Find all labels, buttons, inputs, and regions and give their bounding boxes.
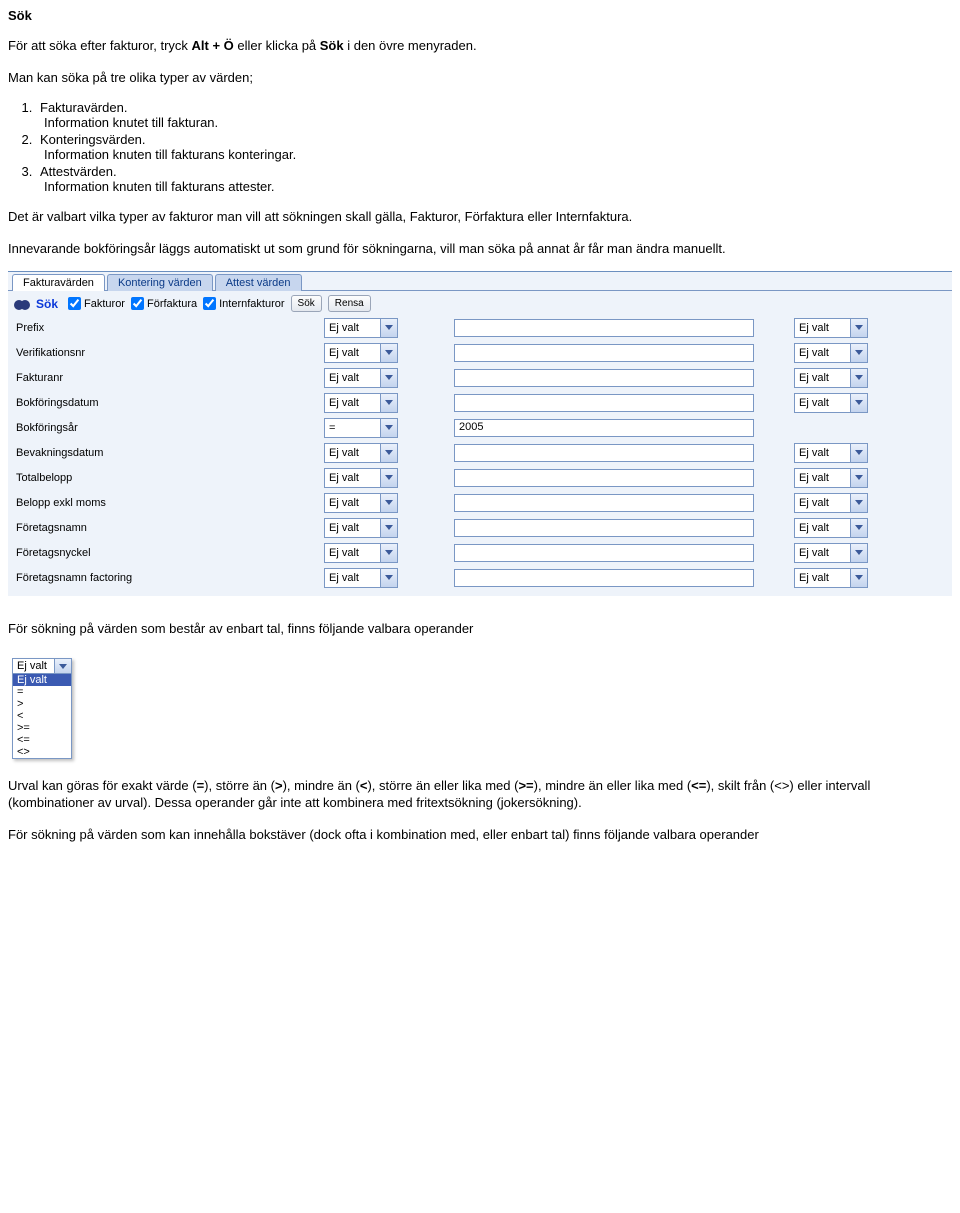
para-text-operands: För sökning på värden som kan innehålla …: [8, 826, 952, 844]
chevron-down-icon: [385, 425, 393, 430]
tab-fakturavarden[interactable]: Fakturavärden: [12, 274, 105, 291]
list-item: Konteringsvärden. Information knuten til…: [36, 132, 952, 162]
chevron-down-icon: [54, 659, 71, 673]
chevron-down-icon: [855, 450, 863, 455]
field-label: Bokföringsår: [14, 422, 324, 434]
chevron-down-icon: [385, 575, 393, 580]
chevron-down-icon: [385, 325, 393, 330]
operator-select-2[interactable]: Ej valt: [794, 518, 868, 538]
field-label: Företagsnyckel: [14, 547, 324, 559]
operator-select-2[interactable]: Ej valt: [794, 343, 868, 363]
para-numeric-operands: För sökning på värden som består av enba…: [8, 620, 952, 638]
field-label: Verifikationsnr: [14, 347, 324, 359]
chevron-down-icon: [385, 400, 393, 405]
chevron-down-icon: [855, 400, 863, 405]
check-fakturor[interactable]: Fakturor: [68, 297, 125, 310]
operator-select-2[interactable]: Ej valt: [794, 443, 868, 463]
intro-line-1: För att söka efter fakturor, tryck Alt +…: [8, 37, 952, 55]
intro-line-2: Man kan söka på tre olika typer av värde…: [8, 69, 952, 87]
operand-option[interactable]: <>: [13, 746, 71, 758]
operator-select[interactable]: Ej valt: [324, 368, 398, 388]
page-title: Sök: [8, 8, 952, 23]
search-button[interactable]: Sök: [291, 295, 322, 312]
chevron-down-icon: [385, 500, 393, 505]
list-item: Attestvärden. Information knuten till fa…: [36, 164, 952, 194]
clear-button[interactable]: Rensa: [328, 295, 371, 312]
operator-select[interactable]: Ej valt: [324, 543, 398, 563]
para-type-choice: Det är valbart vilka typer av fakturor m…: [8, 208, 952, 226]
check-forfaktura[interactable]: Förfaktura: [131, 297, 197, 310]
field-label: Företagsnamn factoring: [14, 572, 324, 584]
search-panel-screenshot: Fakturavärden Kontering värden Attest vä…: [8, 271, 952, 596]
value-type-list: Fakturavärden. Information knutet till f…: [36, 100, 952, 194]
tab-konteringvarden[interactable]: Kontering värden: [107, 274, 213, 291]
operator-select[interactable]: Ej valt: [324, 318, 398, 338]
chevron-down-icon: [385, 525, 393, 530]
chevron-down-icon: [855, 500, 863, 505]
chevron-down-icon: [385, 350, 393, 355]
operator-select[interactable]: Ej valt: [324, 443, 398, 463]
chevron-down-icon: [855, 350, 863, 355]
operator-select[interactable]: Ej valt: [324, 568, 398, 588]
operand-listbox[interactable]: Ej valt Ej valt=><>=<=<>: [12, 658, 72, 759]
operator-select-2[interactable]: Ej valt: [794, 468, 868, 488]
chevron-down-icon: [385, 450, 393, 455]
field-label: Totalbelopp: [14, 472, 324, 484]
chevron-down-icon: [855, 525, 863, 530]
operand-option[interactable]: >: [13, 698, 71, 710]
chevron-down-icon: [855, 550, 863, 555]
operator-select[interactable]: Ej valt: [324, 343, 398, 363]
field-label: Belopp exkl moms: [14, 497, 324, 509]
chevron-down-icon: [855, 475, 863, 480]
operator-select-2[interactable]: Ej valt: [794, 318, 868, 338]
chevron-down-icon: [385, 375, 393, 380]
value-input[interactable]: [454, 394, 754, 412]
operand-option[interactable]: <=: [13, 734, 71, 746]
operand-option[interactable]: <: [13, 710, 71, 722]
field-label: Prefix: [14, 322, 324, 334]
para-operand-explanation: Urval kan göras för exakt värde (=), stö…: [8, 777, 952, 812]
operator-select[interactable]: =: [324, 418, 398, 438]
value-input[interactable]: [454, 344, 754, 362]
operator-select[interactable]: Ej valt: [324, 518, 398, 538]
operand-option[interactable]: >=: [13, 722, 71, 734]
value-input[interactable]: [454, 469, 754, 487]
operator-select[interactable]: Ej valt: [324, 468, 398, 488]
field-label: Fakturanr: [14, 372, 324, 384]
para-year-default: Innevarande bokföringsår läggs automatis…: [8, 240, 952, 258]
operand-option[interactable]: =: [13, 686, 71, 698]
chevron-down-icon: [385, 550, 393, 555]
operand-listbox-selected[interactable]: Ej valt: [13, 659, 71, 674]
value-input[interactable]: 2005: [454, 419, 754, 437]
chevron-down-icon: [385, 475, 393, 480]
chevron-down-icon: [855, 375, 863, 380]
operator-select-2[interactable]: Ej valt: [794, 393, 868, 413]
list-item: Fakturavärden. Information knutet till f…: [36, 100, 952, 130]
value-input[interactable]: [454, 444, 754, 462]
value-input[interactable]: [454, 569, 754, 587]
operator-select-2[interactable]: Ej valt: [794, 368, 868, 388]
search-label: Sök: [36, 297, 58, 311]
field-label: Bokföringsdatum: [14, 397, 324, 409]
value-input[interactable]: [454, 369, 754, 387]
value-input[interactable]: [454, 319, 754, 337]
operator-select[interactable]: Ej valt: [324, 393, 398, 413]
tab-attestvarden[interactable]: Attest värden: [215, 274, 302, 291]
binoculars-icon: [14, 298, 30, 310]
operator-select-2[interactable]: Ej valt: [794, 493, 868, 513]
operator-select-2[interactable]: Ej valt: [794, 568, 868, 588]
value-input[interactable]: [454, 519, 754, 537]
value-input[interactable]: [454, 544, 754, 562]
operator-select[interactable]: Ej valt: [324, 493, 398, 513]
operand-option[interactable]: Ej valt: [13, 674, 71, 686]
chevron-down-icon: [855, 325, 863, 330]
check-internfakturor[interactable]: Internfakturor: [203, 297, 284, 310]
operator-select-2[interactable]: Ej valt: [794, 543, 868, 563]
value-input[interactable]: [454, 494, 754, 512]
chevron-down-icon: [855, 575, 863, 580]
field-label: Företagsnamn: [14, 522, 324, 534]
field-label: Bevakningsdatum: [14, 447, 324, 459]
